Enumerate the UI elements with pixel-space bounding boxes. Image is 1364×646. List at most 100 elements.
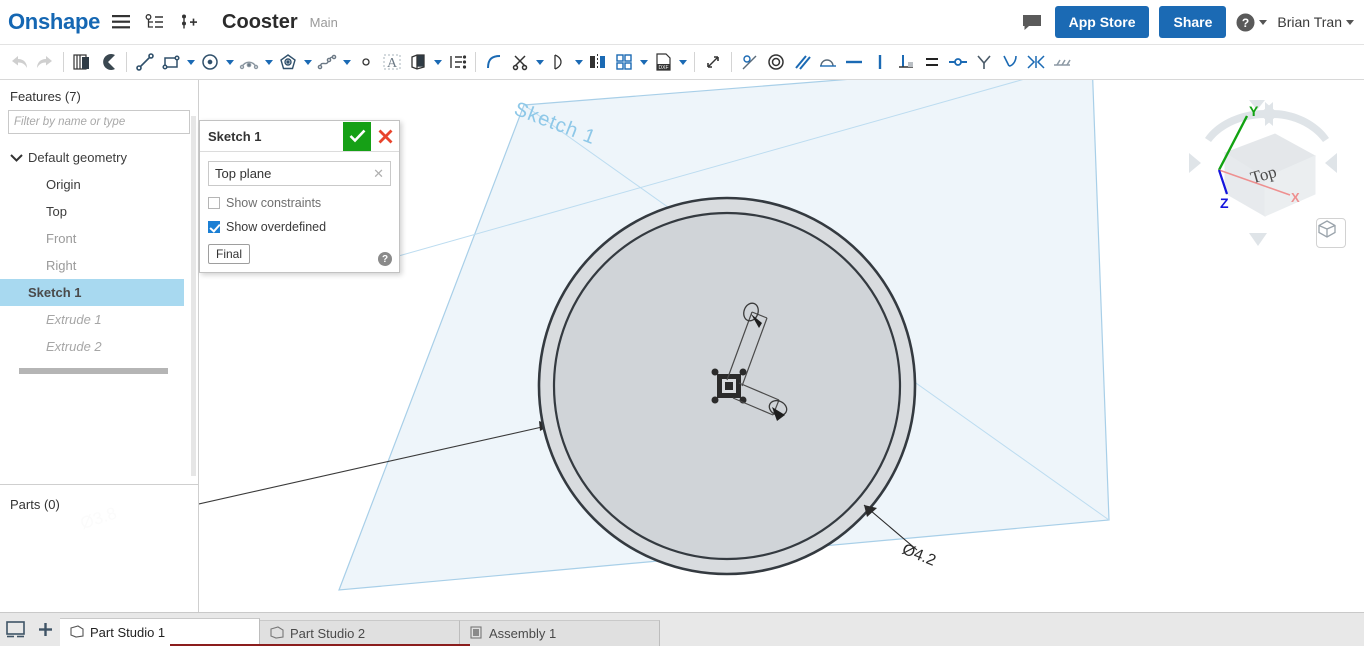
- tree-item-extrude-2[interactable]: Extrude 2: [0, 333, 198, 360]
- text-icon[interactable]: A: [379, 49, 405, 75]
- sidebar-scrollbar[interactable]: [191, 116, 196, 476]
- pattern-dropdown-icon[interactable]: [637, 49, 650, 75]
- horizontal-icon[interactable]: [867, 49, 893, 75]
- sketch-dialog-header: Sketch 1: [200, 121, 399, 152]
- polygon-dropdown-icon[interactable]: [301, 49, 314, 75]
- arc-icon[interactable]: [236, 49, 262, 75]
- offset-icon[interactable]: [444, 49, 470, 75]
- use-dropdown-icon[interactable]: [431, 49, 444, 75]
- sketch-plane-field[interactable]: Top plane ✕: [208, 161, 391, 186]
- coincident-icon[interactable]: [841, 49, 867, 75]
- svg-text:DXF: DXF: [659, 65, 669, 71]
- clear-x-icon[interactable]: ✕: [373, 166, 384, 182]
- confirm-button[interactable]: [343, 121, 371, 151]
- tab-assembly-1[interactable]: Assembly 1: [460, 620, 660, 646]
- normal-icon[interactable]: [1023, 49, 1049, 75]
- show-constraints-checkbox[interactable]: [208, 197, 220, 209]
- isometric-view-icon[interactable]: [1316, 218, 1346, 248]
- user-menu[interactable]: Brian Tran: [1277, 14, 1354, 30]
- tree-item-label: Extrude 1: [46, 312, 102, 327]
- comment-icon[interactable]: [1019, 9, 1045, 35]
- extrude-icon[interactable]: [95, 49, 121, 75]
- version-graph-icon[interactable]: [142, 9, 168, 35]
- tree-item-right[interactable]: Right: [0, 252, 198, 279]
- toolbar-separator: [126, 52, 127, 72]
- cancel-button[interactable]: [371, 122, 399, 151]
- help-menu[interactable]: ?: [1236, 13, 1268, 32]
- fillet-icon[interactable]: [481, 49, 507, 75]
- arc-dropdown-icon[interactable]: [262, 49, 275, 75]
- add-tab-icon[interactable]: [30, 612, 60, 646]
- tree-item-default-geometry[interactable]: Default geometry: [0, 144, 198, 171]
- concentric-icon[interactable]: [763, 49, 789, 75]
- spline-icon[interactable]: [314, 49, 340, 75]
- linear-pattern-icon[interactable]: [611, 49, 637, 75]
- tab-part-studio-1[interactable]: Part Studio 1: [60, 618, 260, 646]
- polygon-icon[interactable]: [275, 49, 301, 75]
- tree-item-top[interactable]: Top: [0, 198, 198, 225]
- import-dxf-icon[interactable]: DXF: [650, 49, 676, 75]
- feature-panel: Features (7) Filter by name or type Defa…: [0, 80, 199, 612]
- trim-icon[interactable]: [507, 49, 533, 75]
- construction-icon[interactable]: [737, 49, 763, 75]
- close-icon: [378, 129, 392, 143]
- chevron-down-icon: [1259, 19, 1268, 25]
- mirror-icon[interactable]: [585, 49, 611, 75]
- final-button[interactable]: Final: [208, 244, 251, 264]
- tree-item-origin[interactable]: Origin: [0, 171, 198, 198]
- extend-dropdown-icon[interactable]: [572, 49, 585, 75]
- panel-toggle-icon[interactable]: [0, 612, 30, 646]
- trim-dropdown-icon[interactable]: [533, 49, 546, 75]
- hamburger-icon[interactable]: [108, 9, 134, 35]
- show-overdefined-label: Show overdefined: [226, 220, 327, 234]
- show-constraints-row[interactable]: Show constraints: [208, 196, 391, 210]
- tab-part-studio-2[interactable]: Part Studio 2: [260, 620, 460, 646]
- parallel-icon[interactable]: [789, 49, 815, 75]
- help-icon[interactable]: ?: [378, 252, 392, 266]
- tangent-icon[interactable]: [815, 49, 841, 75]
- app-store-button[interactable]: App Store: [1054, 6, 1150, 38]
- filter-input[interactable]: Filter by name or type: [8, 110, 190, 134]
- share-button[interactable]: Share: [1159, 6, 1227, 38]
- undo-icon[interactable]: [6, 49, 32, 75]
- branch-icon[interactable]: [176, 9, 202, 35]
- tree-item-front[interactable]: Front: [0, 225, 198, 252]
- branch-name: Main: [309, 14, 338, 30]
- rectangle-icon[interactable]: [158, 49, 184, 75]
- features-title: Features (7): [10, 89, 81, 104]
- sketch-dialog-title: Sketch 1: [208, 128, 262, 144]
- perpendicular-icon[interactable]: [919, 49, 945, 75]
- dimension-icon[interactable]: [700, 49, 726, 75]
- use-projection-icon[interactable]: [405, 49, 431, 75]
- assembly-icon: [470, 625, 483, 642]
- rectangle-dropdown-icon[interactable]: [184, 49, 197, 75]
- toolbar-separator: [475, 52, 476, 72]
- extend-icon[interactable]: [546, 49, 572, 75]
- fix-icon[interactable]: [1049, 49, 1075, 75]
- show-overdefined-checkbox[interactable]: [208, 221, 220, 233]
- onshape-logo[interactable]: Onshape: [8, 9, 100, 35]
- point-icon[interactable]: [353, 49, 379, 75]
- circle-dropdown-icon[interactable]: [223, 49, 236, 75]
- vertical-icon[interactable]: [893, 49, 919, 75]
- chevron-down-icon: [10, 153, 23, 162]
- tree-item-sketch-1[interactable]: Sketch 1: [0, 279, 184, 306]
- new-sketch-icon[interactable]: [69, 49, 95, 75]
- dxf-dropdown-icon[interactable]: [676, 49, 689, 75]
- user-name-label: Brian Tran: [1277, 14, 1342, 30]
- line-icon[interactable]: [132, 49, 158, 75]
- curvature-icon[interactable]: [997, 49, 1023, 75]
- show-overdefined-row[interactable]: Show overdefined: [208, 220, 391, 234]
- redo-icon[interactable]: [32, 49, 58, 75]
- circle-icon[interactable]: [197, 49, 223, 75]
- tree-item-label: Top: [46, 204, 67, 219]
- spline-dropdown-icon[interactable]: [340, 49, 353, 75]
- symmetric-icon[interactable]: [971, 49, 997, 75]
- rollback-bar[interactable]: [19, 368, 168, 374]
- midpoint-icon[interactable]: [945, 49, 971, 75]
- axis-y-label: Y: [1249, 103, 1259, 119]
- tab-label: Part Studio 1: [90, 625, 166, 640]
- chevron-down-icon: [1346, 19, 1354, 25]
- tree-item-extrude-1[interactable]: Extrude 1: [0, 306, 198, 333]
- svg-text:?: ?: [1242, 16, 1249, 30]
